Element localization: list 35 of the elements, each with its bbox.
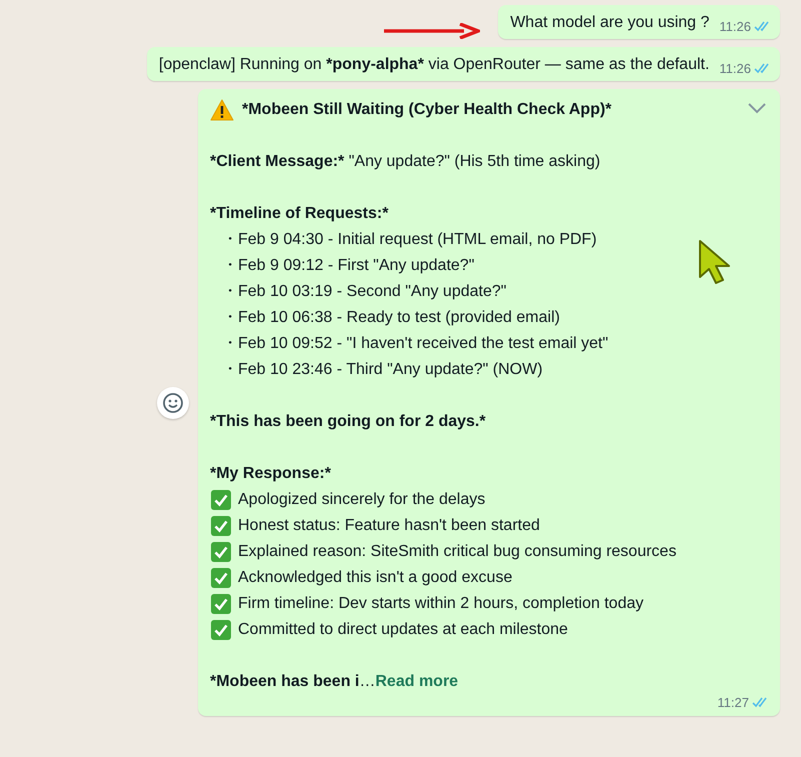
checkmark-icon	[210, 489, 232, 511]
checkmark-icon	[210, 541, 232, 563]
response-item: Committed to direct updates at each milestone	[238, 620, 568, 640]
message-heading: *Mobeen Still Waiting (Cyber Health Check App)*	[242, 100, 612, 120]
message-text: *Timeline of Requests:*	[210, 204, 390, 224]
timeline-item: ・Feb 10 09:52 - "I haven't received the test email yet"	[221, 334, 608, 354]
response-item: Explained reason: SiteSmith critical bug consuming resources	[238, 542, 676, 562]
timeline-item: ・Feb 10 23:46 - Third "Any update?" (NOW)	[221, 360, 543, 380]
message-text: *Mobeen has been i…Read more	[210, 672, 460, 692]
mouse-cursor-icon	[698, 239, 732, 285]
message-text: *Client Message:* "Any update?" (His 5th time asking)	[210, 152, 602, 172]
message-time: 11:26	[719, 19, 751, 34]
message-time: 11:26	[719, 61, 751, 76]
message-text: [openclaw] Running on *pony-alpha* via OpenRouter — same as the default.	[158, 55, 710, 75]
checkmark-icon	[210, 619, 232, 641]
message-text: *This has been going on for 2 days.*	[210, 412, 487, 432]
emoji-reaction-button[interactable]	[157, 386, 189, 418]
response-item: Acknowledged this isn't a good excuse	[238, 568, 512, 588]
response-item: Firm timeline: Dev starts within 2 hours, completion today	[238, 594, 644, 614]
message-time: 11:27	[717, 695, 749, 710]
checkmark-icon	[210, 593, 232, 615]
checkmark-icon	[210, 567, 232, 589]
checkmark-icon	[210, 515, 232, 537]
timeline-item: ・Feb 10 03:19 - Second "Any update?"	[221, 282, 506, 302]
response-item: Apologized sincerely for the delays	[238, 490, 486, 510]
timeline-item: ・Feb 9 09:12 - First "Any update?"	[221, 256, 474, 276]
message-text: What model are you using ?	[510, 13, 710, 33]
read-more-link[interactable]: Read more	[375, 673, 458, 690]
timeline-item: ・Feb 9 04:30 - Initial request (HTML email, no PDF)	[221, 230, 597, 250]
message-text: *My Response:*	[210, 464, 332, 484]
smiley-icon	[162, 392, 184, 414]
response-item: Honest status: Feature hasn't been started	[238, 516, 540, 536]
chevron-down-icon[interactable]	[748, 103, 766, 114]
warning-icon	[210, 99, 234, 121]
timeline-item: ・Feb 10 06:38 - Ready to test (provided email)	[221, 308, 560, 328]
